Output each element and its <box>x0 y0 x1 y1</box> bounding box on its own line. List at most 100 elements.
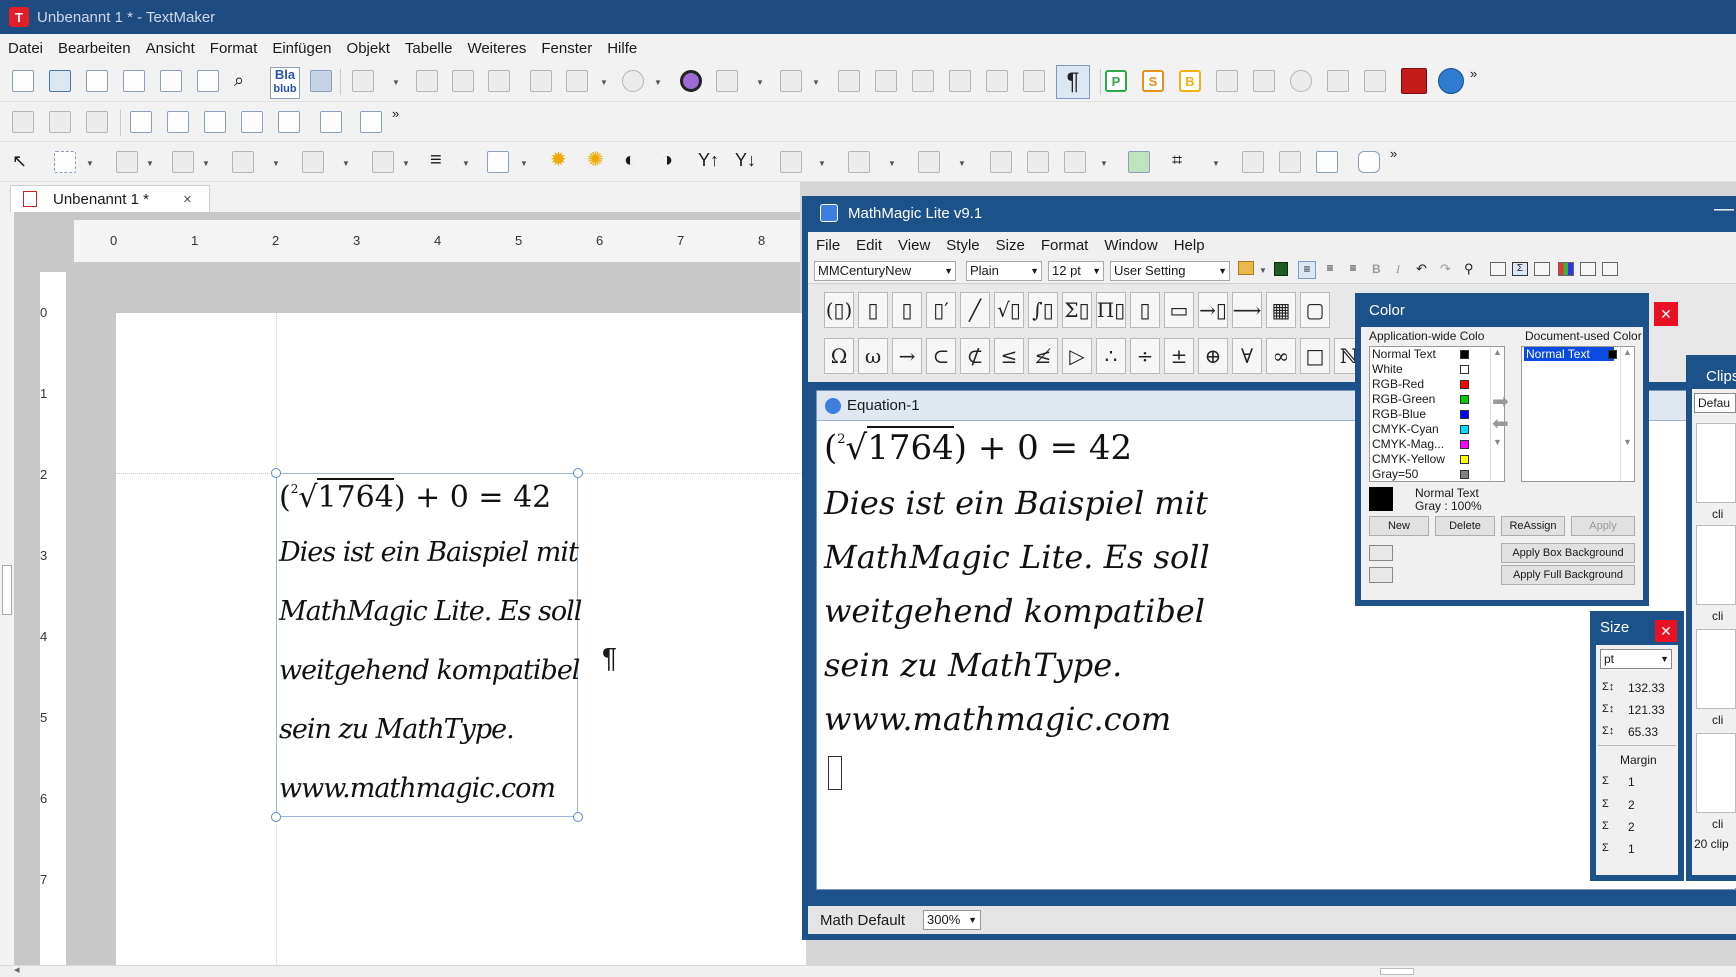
mathmagic-minimize-icon[interactable]: — <box>1714 198 1734 221</box>
crop-dropdown-icon[interactable]: ▼ <box>1212 159 1220 168</box>
insert-picture-icon[interactable] <box>1128 151 1150 173</box>
side-panel-toggle[interactable] <box>2 565 12 615</box>
delete-color-button[interactable]: Delete <box>1435 516 1495 536</box>
layout-icon[interactable] <box>1490 262 1506 276</box>
clips-combo[interactable]: Defau <box>1694 393 1736 413</box>
size-value[interactable]: 132.33 <box>1628 681 1665 695</box>
mm-menu-edit[interactable]: Edit <box>856 237 882 254</box>
justify-icon[interactable] <box>949 70 971 92</box>
undo-icon[interactable]: ↶ <box>1416 261 1427 277</box>
find-icon[interactable]: ⌕ <box>234 70 256 92</box>
full-background-swatch[interactable] <box>1369 567 1393 583</box>
greek-lower-button[interactable]: ω <box>858 338 888 374</box>
prime-template-button[interactable]: ▯′ <box>926 292 956 328</box>
toolbar-more-icon[interactable]: » <box>1470 66 1477 81</box>
color-list-item[interactable]: CMYK-Cyan <box>1372 422 1439 436</box>
menu-tabelle[interactable]: Tabelle <box>405 40 453 57</box>
infinity-button[interactable]: ∞ <box>1266 338 1296 374</box>
box-background-swatch[interactable] <box>1369 545 1393 561</box>
menu-einfuegen[interactable]: Einfügen <box>272 40 331 57</box>
form-combo-icon[interactable] <box>86 111 108 133</box>
line-icon[interactable] <box>116 151 138 173</box>
product-template-button[interactable]: Π▯ <box>1096 292 1126 328</box>
frame-dropdown-icon[interactable]: ▼ <box>86 159 94 168</box>
assign-left-arrow-icon[interactable]: ⬅ <box>1492 411 1509 436</box>
forall-button[interactable]: ∀ <box>1232 338 1262 374</box>
view-icon[interactable] <box>416 70 438 92</box>
line-dropdown-icon[interactable]: ▼ <box>146 159 154 168</box>
relations-button[interactable]: ≤ <box>994 338 1024 374</box>
plus-minus-button[interactable]: ± <box>1164 338 1194 374</box>
greek-upper-button[interactable]: Ω <box>824 338 854 374</box>
color-list-item[interactable]: Normal Text <box>1372 347 1436 361</box>
clip-item[interactable] <box>1696 525 1736 605</box>
menu-fenster[interactable]: Fenster <box>541 40 592 57</box>
size-palette-close-icon[interactable]: ✕ <box>1655 620 1677 642</box>
doc-list-scrollbar[interactable]: ▲ ▼ <box>1620 347 1634 481</box>
arrows-button[interactable]: → <box>892 338 922 374</box>
menu-datei[interactable]: Datei <box>8 40 43 57</box>
p-button[interactable]: P <box>1105 70 1127 92</box>
spellcheck-icon[interactable] <box>352 70 374 92</box>
matrix-template-button[interactable]: ▦ <box>1266 292 1296 328</box>
menu-ansicht[interactable]: Ansicht <box>146 40 195 57</box>
wrap-dropdown-icon[interactable]: ▼ <box>818 159 826 168</box>
multi-pages-icon[interactable] <box>160 70 182 92</box>
fraction-template-button[interactable]: ▯ <box>858 292 888 328</box>
chart-icon[interactable] <box>1253 70 1275 92</box>
underbar-template-button[interactable]: ▯ <box>1130 292 1160 328</box>
magnifier-icon[interactable] <box>680 70 702 92</box>
target-icon[interactable] <box>622 70 644 92</box>
open-dropdown-icon[interactable]: ▼ <box>1259 266 1267 275</box>
full-page-icon[interactable] <box>86 70 108 92</box>
gamma-down-icon[interactable]: Y↓ <box>735 151 757 173</box>
apply-color-button[interactable]: Apply <box>1571 516 1635 536</box>
select-frame-icon[interactable] <box>1242 151 1264 173</box>
document-tab-close-icon[interactable]: × <box>183 191 192 208</box>
scroll-thumb[interactable] <box>1380 968 1414 975</box>
flip-h-icon[interactable] <box>990 151 1012 173</box>
align-center-icon[interactable]: ≡ <box>1321 261 1339 279</box>
line-weight-icon[interactable]: ≡ <box>430 150 452 173</box>
set-button[interactable]: ⊂ <box>926 338 956 374</box>
color-list-item[interactable]: RGB-Blue <box>1372 407 1426 421</box>
pen-dropdown-icon[interactable]: ▼ <box>342 159 350 168</box>
size-value[interactable]: 121.33 <box>1628 703 1665 717</box>
wrap-icon[interactable] <box>780 151 802 173</box>
lasso-icon[interactable]: ⚲ <box>1464 261 1474 277</box>
clip-item[interactable] <box>1696 423 1736 503</box>
color-palette-close-icon[interactable]: ✕ <box>1654 302 1678 326</box>
frame-field-icon[interactable] <box>320 111 342 133</box>
align-right-icon[interactable]: ≡ <box>1344 261 1362 279</box>
size-combo[interactable]: 12 pt ▼ <box>1048 261 1104 281</box>
align-left-icon[interactable] <box>838 70 860 92</box>
checkbox-field-icon[interactable] <box>167 111 189 133</box>
size-value[interactable]: 65.33 <box>1628 725 1658 739</box>
sort-icon[interactable] <box>1216 70 1238 92</box>
mm-menu-window[interactable]: Window <box>1104 237 1157 254</box>
flip-v-icon[interactable] <box>1027 151 1049 173</box>
mm-menu-format[interactable]: Format <box>1041 237 1089 254</box>
globe-icon[interactable] <box>566 70 588 92</box>
cat-icon[interactable] <box>1316 151 1338 173</box>
mm-menu-size[interactable]: Size <box>996 237 1025 254</box>
pen-icon[interactable] <box>302 151 324 173</box>
zoom-icon[interactable] <box>530 70 552 92</box>
apply-full-background-button[interactable]: Apply Full Background <box>1501 565 1635 585</box>
book-view-icon[interactable] <box>197 70 219 92</box>
pointer-icon[interactable]: ↖ <box>12 151 34 173</box>
margin-value[interactable]: 2 <box>1628 798 1635 812</box>
long-arrow-template-button[interactable]: ⟶ <box>1232 292 1262 328</box>
image-dropdown-icon[interactable]: ▼ <box>520 159 528 168</box>
mm-menu-style[interactable]: Style <box>946 237 979 254</box>
toolbar3-more-icon[interactable]: » <box>1390 146 1397 161</box>
not-subset-button[interactable]: ⊄ <box>960 338 990 374</box>
sum-template-button[interactable]: Σ▯ <box>1062 292 1092 328</box>
formula-dropdown-icon[interactable]: ▼ <box>756 78 764 87</box>
decrease-indent-icon[interactable] <box>986 70 1008 92</box>
calc-icon[interactable] <box>1327 70 1349 92</box>
menu-weiteres[interactable]: Weiteres <box>467 40 526 57</box>
clip-palette-icon[interactable] <box>1602 262 1618 276</box>
save-icon[interactable] <box>1274 262 1288 276</box>
form-check-icon[interactable] <box>49 111 71 133</box>
